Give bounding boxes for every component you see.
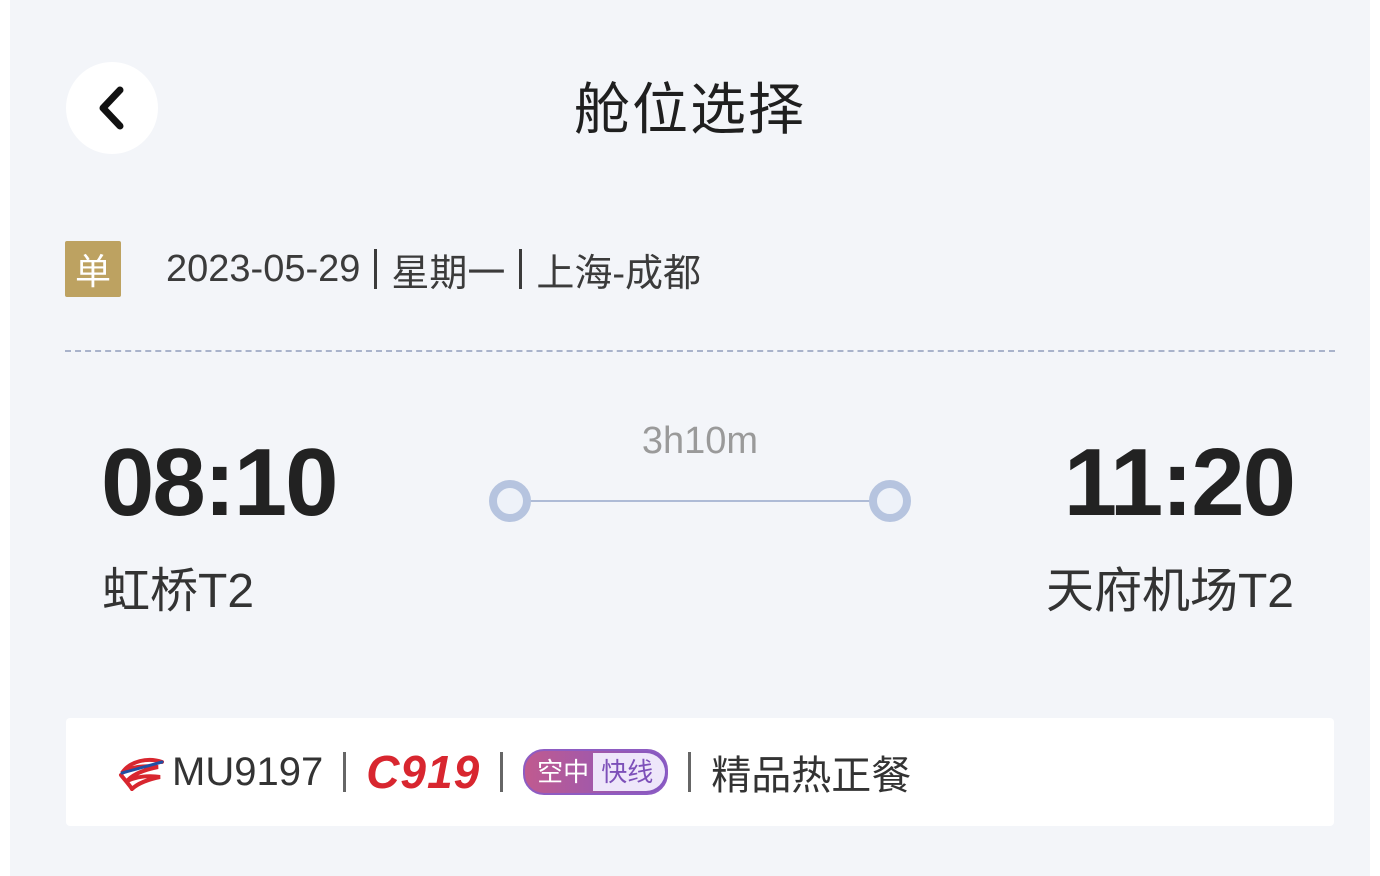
trip-date: 2023-05-29	[166, 247, 361, 290]
flight-number: MU9197	[172, 749, 324, 794]
badge-right-text: 快线	[593, 753, 666, 791]
separator	[688, 752, 692, 792]
badge-left-text: 空中	[537, 757, 590, 787]
departure-dot	[489, 480, 531, 522]
separator	[374, 249, 378, 289]
page-title: 舱位选择	[574, 78, 806, 141]
meal-info: 精品热正餐	[711, 754, 912, 798]
departure-airport: 虹桥T2	[102, 565, 255, 618]
trip-route: 上海-成都	[536, 252, 702, 295]
separator	[519, 249, 523, 289]
trip-summary: 单 2023-05-29 星期一 上海-成都	[65, 241, 701, 297]
arrival-airport: 天府机场T2	[1045, 565, 1294, 618]
separator	[500, 752, 504, 792]
flight-info-card[interactable]: MU9197 C919 空中 快线 精品热正餐	[66, 718, 1334, 826]
dashed-divider	[65, 350, 1335, 352]
route-line-segment	[510, 500, 890, 502]
trip-weekday: 星期一	[391, 252, 506, 295]
air-express-badge: 空中 快线	[523, 749, 669, 795]
cabin-selection-page: 舱位选择 单 2023-05-29 星期一 上海-成都 08:10 虹桥T2 3…	[0, 0, 1380, 876]
one-way-badge: 单	[65, 241, 121, 297]
aircraft-type: C919	[366, 746, 481, 798]
arrival-dot	[869, 480, 911, 522]
separator	[343, 752, 347, 792]
arrival-time: 11:20	[1063, 429, 1296, 536]
trip-info: 2023-05-29 星期一 上海-成都	[166, 242, 701, 297]
route-line	[489, 480, 911, 522]
china-eastern-logo-icon	[119, 757, 164, 791]
